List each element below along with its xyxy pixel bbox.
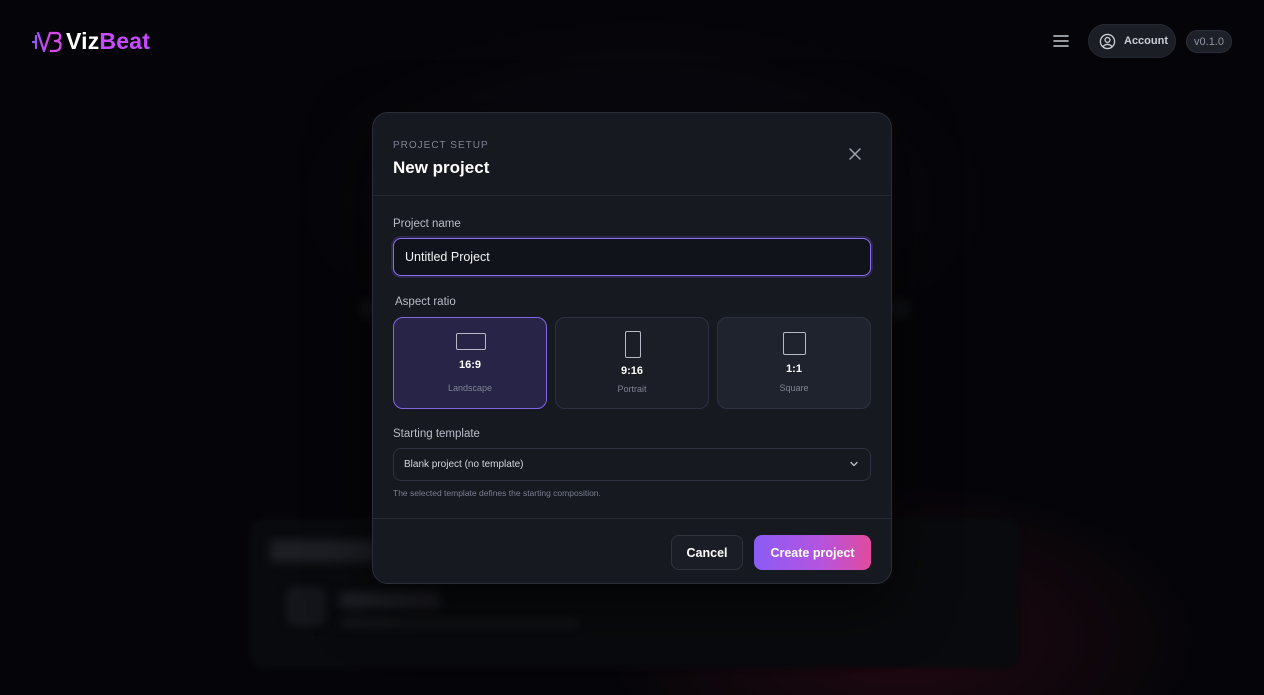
account-label: Account	[1124, 35, 1168, 47]
aspect-option-name: Landscape	[447, 383, 493, 393]
brand-logo[interactable]: VizBeat	[32, 28, 150, 55]
aspect-option-value: 1:1	[786, 363, 802, 375]
aspect-option-portrait[interactable]: 9:16 Portrait	[555, 317, 709, 409]
brand-name: VizBeat	[66, 28, 150, 55]
portrait-shape-icon	[625, 331, 641, 358]
aspect-ratio-label: Aspect ratio	[395, 296, 456, 308]
user-circle-icon	[1099, 33, 1116, 49]
menu-button[interactable]	[1050, 30, 1072, 52]
aspect-option-square[interactable]: 1:1 Square	[717, 317, 871, 409]
aspect-option-value: 9:16	[620, 365, 644, 377]
account-button[interactable]: Account	[1088, 24, 1176, 58]
template-selected-value: Blank project (no template)	[404, 459, 524, 470]
dialog-title: New project	[393, 158, 490, 177]
new-project-dialog: PROJECT SETUP New project Project name A…	[372, 112, 892, 584]
template-label: Starting template	[393, 428, 480, 440]
top-bar: VizBeat Account v0.1.0	[0, 0, 1264, 82]
brand-prefix: Viz	[66, 28, 100, 54]
aspect-option-name: Portrait	[617, 384, 647, 394]
square-shape-icon	[783, 332, 806, 355]
cancel-button[interactable]: Cancel	[671, 535, 743, 570]
brand-suffix: Beat	[99, 28, 151, 54]
close-icon	[849, 148, 861, 160]
dialog-header: PROJECT SETUP New project	[373, 113, 891, 196]
create-project-button[interactable]: Create project	[754, 535, 871, 570]
dialog-eyebrow: PROJECT SETUP	[393, 140, 489, 151]
hamburger-icon	[1053, 35, 1069, 47]
aspect-option-value: 16:9	[458, 359, 482, 371]
version-badge: v0.1.0	[1186, 30, 1232, 53]
template-select[interactable]: Blank project (no template)	[393, 448, 871, 481]
close-button[interactable]	[845, 144, 865, 164]
chevron-down-icon	[850, 461, 858, 467]
waveform-logo-icon	[32, 31, 62, 52]
project-name-input[interactable]	[393, 238, 871, 276]
template-helper-text: The selected template defines the starti…	[393, 488, 601, 498]
aspect-option-landscape[interactable]: 16:9 Landscape	[393, 317, 547, 409]
aspect-option-name: Square	[779, 383, 809, 393]
landscape-shape-icon	[456, 333, 486, 350]
project-name-label: Project name	[393, 218, 461, 230]
dialog-footer: Cancel Create project	[373, 518, 891, 583]
